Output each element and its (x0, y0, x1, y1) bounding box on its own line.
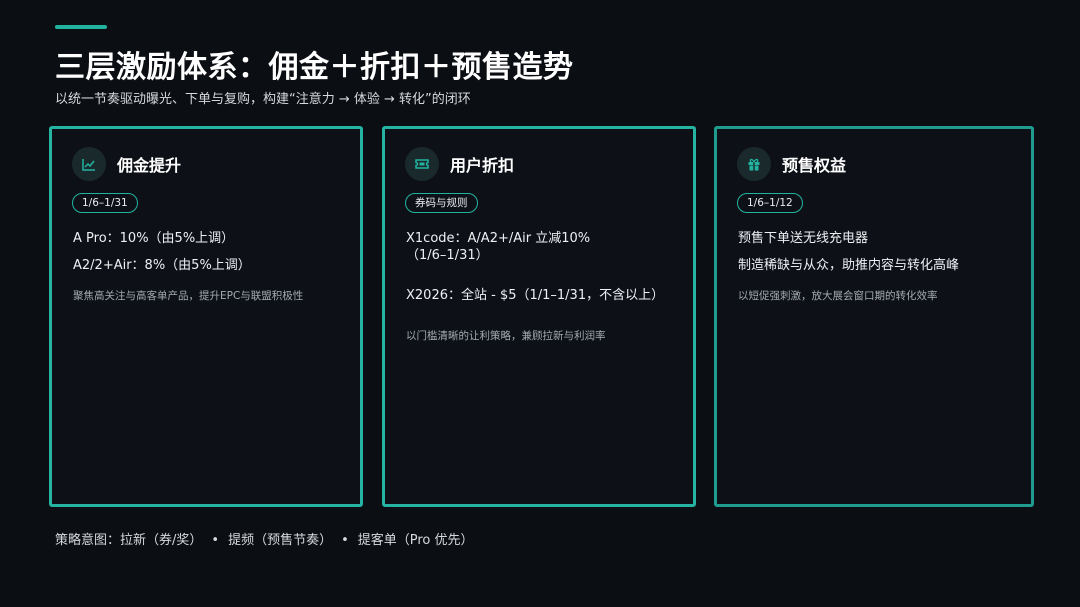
card-note: 以门槛清晰的让利策略，兼顾拉新与利润率 (406, 330, 606, 342)
footer-item: 提客单（Pro 优先） (357, 533, 474, 548)
footer-item: 拉新（券/奖） (120, 533, 203, 548)
page-title: 三层激励体系：佣金＋折扣＋预售造势 (55, 50, 574, 85)
card-line: A2/2+Air：8%（由5%上调） (73, 258, 251, 273)
card-presale: 预售权益 1/6–1/12 预售下单送无线充电器 制造稀缺与从众，助推内容与转化… (714, 126, 1034, 507)
card-header: 预售权益 (737, 147, 846, 181)
card-note: 聚焦高关注与高客单产品，提升EPC与联盟积极性 (73, 290, 304, 302)
strategy-footer: 策略意图：拉新（券/奖） • 提频（预售节奏） • 提客单（Pro 优先） (55, 529, 474, 548)
date-badge: 1/6–1/12 (737, 193, 803, 213)
card-header: 用户折扣 (405, 147, 514, 181)
ticket-icon (405, 147, 439, 181)
card-commission: 佣金提升 1/6–1/31 A Pro：10%（由5%上调） A2/2+Air：… (49, 126, 363, 507)
card-discount: 用户折扣 券码与规则 X1code：A/A2+/Air 立减10% （1/6–1… (382, 126, 696, 507)
footer-item: 提频（预售节奏） (228, 533, 333, 548)
footer-separator: • (341, 533, 349, 548)
card-note: 以短促强刺激，放大展会窗口期的转化效率 (738, 290, 938, 302)
page-subtitle: 以统一节奏驱动曝光、下单与复购，构建“注意力 → 体验 → 转化”的闭环 (55, 92, 471, 107)
rules-badge: 券码与规则 (405, 193, 478, 213)
accent-bar (55, 25, 107, 29)
card-title: 用户折扣 (450, 156, 515, 175)
footer-separator: • (211, 533, 220, 548)
date-badge: 1/6–1/31 (72, 193, 138, 213)
gift-icon (737, 147, 771, 181)
card-line: 制造稀缺与从众，助推内容与转化高峰 (738, 258, 960, 273)
card-line: （1/6–1/31） (406, 248, 489, 263)
chart-line-icon (72, 147, 106, 181)
card-title: 预售权益 (782, 156, 847, 175)
card-line: X2026：全站 - $5（1/1–1/31，不含以上） (406, 288, 665, 303)
card-line: A Pro：10%（由5%上调） (73, 231, 235, 246)
card-header: 佣金提升 (72, 147, 181, 181)
card-title: 佣金提升 (117, 156, 182, 175)
card-line: 预售下单送无线充电器 (738, 231, 869, 246)
footer-label: 策略意图： (55, 533, 121, 548)
